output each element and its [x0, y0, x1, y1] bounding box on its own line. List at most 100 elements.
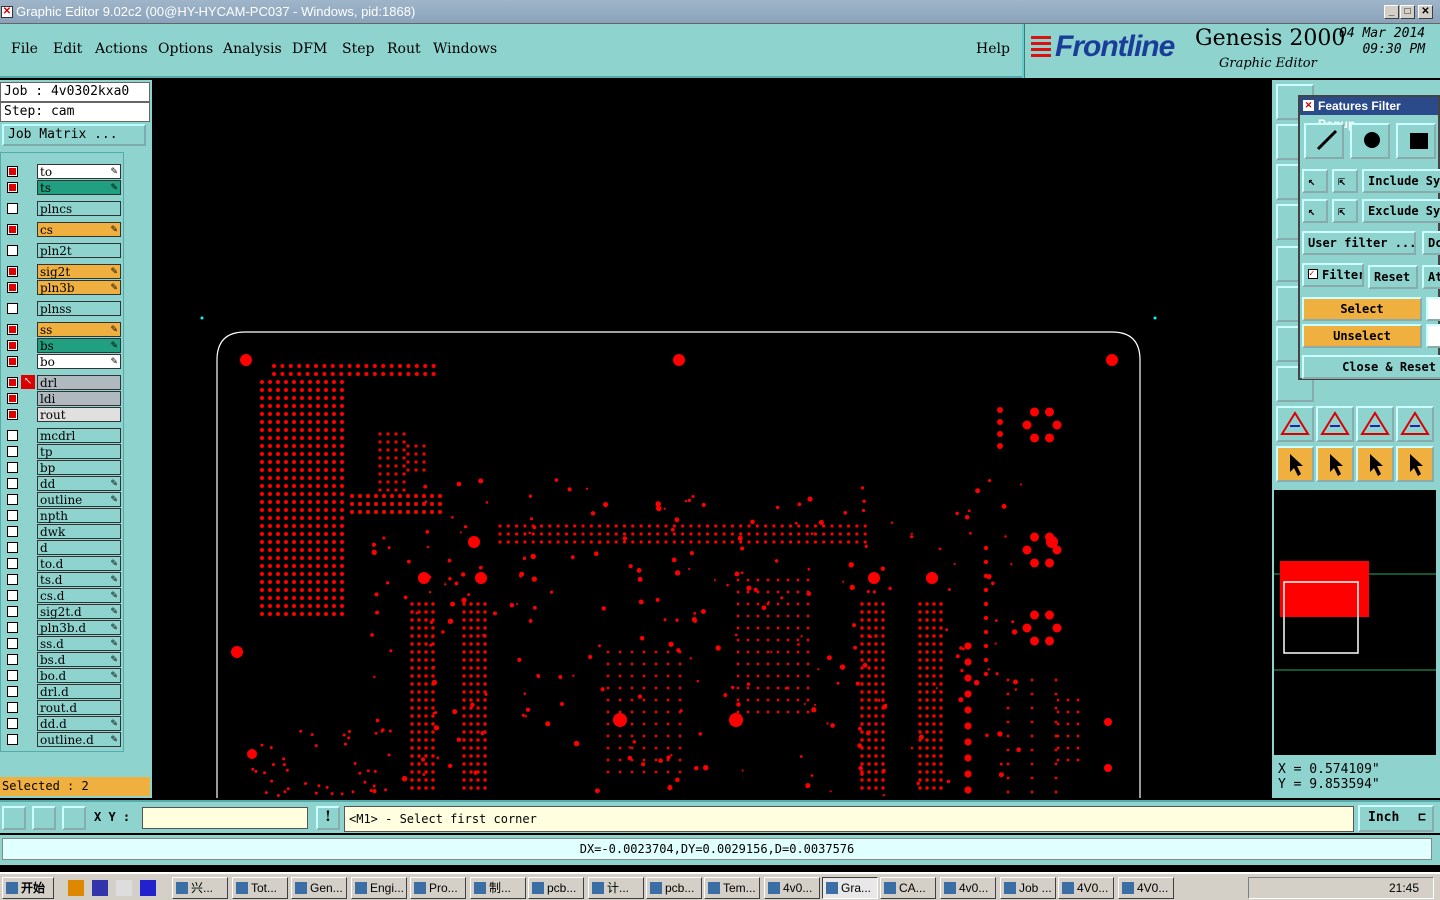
- taskbar-button[interactable]: pcb...: [528, 877, 584, 899]
- taskbar-button[interactable]: 4V0...: [1118, 877, 1174, 899]
- layer-name[interactable]: drl: [37, 375, 121, 390]
- layer-row[interactable]: d: [3, 540, 121, 555]
- quick-launch-icon[interactable]: [116, 880, 132, 896]
- taskbar-button[interactable]: 计...: [588, 877, 644, 899]
- layer-row[interactable]: mcdrl: [3, 428, 121, 443]
- circle-pointer-icon[interactable]: [1356, 446, 1394, 482]
- layer-row[interactable]: cs.d ✎: [3, 588, 121, 603]
- maximize-button[interactable]: □: [1400, 5, 1415, 19]
- layer-checkbox[interactable]: [7, 734, 18, 745]
- layer-row[interactable]: ↖ drl: [3, 375, 121, 390]
- attributes-button[interactable]: Att: [1422, 265, 1440, 289]
- menu-edit[interactable]: Edit: [53, 41, 82, 57]
- layer-name[interactable]: pln2t: [37, 243, 121, 258]
- taskbar-button[interactable]: Tot...: [232, 877, 288, 899]
- triangle-tool-icon[interactable]: [1276, 406, 1314, 442]
- layer-row[interactable]: bo ✎: [3, 354, 121, 369]
- layer-checkbox[interactable]: [7, 606, 18, 617]
- layer-checkbox[interactable]: [7, 430, 18, 441]
- layer-name[interactable]: sig2t.d ✎: [37, 604, 121, 619]
- layer-name[interactable]: mcdrl: [37, 428, 121, 443]
- layer-checkbox[interactable]: [7, 446, 18, 457]
- taskbar-button[interactable]: 4V0...: [1058, 877, 1114, 899]
- layer-name[interactable]: ss.d ✎: [37, 636, 121, 651]
- layer-name[interactable]: rout.d: [37, 700, 121, 715]
- layer-name[interactable]: ss ✎: [37, 322, 121, 337]
- taskbar-button[interactable]: Engi...: [351, 877, 407, 899]
- taskbar-button[interactable]: 4v0...: [940, 877, 996, 899]
- graphic-canvas[interactable]: [152, 80, 1272, 798]
- layer-checkbox[interactable]: [7, 393, 18, 404]
- start-button[interactable]: 开始: [2, 877, 54, 899]
- overview-map[interactable]: [1274, 490, 1436, 755]
- layer-name[interactable]: outline.d ✎: [37, 732, 121, 747]
- exclude-symbols-button[interactable]: Exclude Sym: [1362, 199, 1440, 223]
- layer-row[interactable]: pln2t: [3, 243, 121, 258]
- layer-checkbox[interactable]: [7, 266, 18, 277]
- include-arrow2-icon[interactable]: ⇱: [1332, 169, 1358, 193]
- layer-name[interactable]: bo ✎: [37, 354, 121, 369]
- unselect-field[interactable]: [1426, 324, 1440, 348]
- layer-checkbox[interactable]: [7, 356, 18, 367]
- layer-row[interactable]: pln3b ✎: [3, 280, 121, 295]
- layer-checkbox[interactable]: [7, 702, 18, 713]
- select-pointer-icon[interactable]: [1316, 446, 1354, 482]
- layer-checkbox[interactable]: [7, 590, 18, 601]
- line-filter-icon[interactable]: [1304, 123, 1344, 159]
- layer-row[interactable]: dwk: [3, 524, 121, 539]
- layer-checkbox[interactable]: [7, 462, 18, 473]
- layer-name[interactable]: dd ✎: [37, 476, 121, 491]
- layer-name[interactable]: rout: [37, 407, 121, 422]
- layer-checkbox[interactable]: [7, 718, 18, 729]
- layer-name[interactable]: bp: [37, 460, 121, 475]
- layer-name[interactable]: tp: [37, 444, 121, 459]
- layer-checkbox[interactable]: [7, 245, 18, 256]
- close-button[interactable]: ✕: [1418, 5, 1433, 19]
- layer-row[interactable]: tp: [3, 444, 121, 459]
- layer-row[interactable]: bo.d ✎: [3, 668, 121, 683]
- pointer-icon[interactable]: [1276, 446, 1314, 482]
- layer-row[interactable]: outline.d ✎: [3, 732, 121, 747]
- taskbar-button[interactable]: 4v0...: [764, 877, 820, 899]
- layer-name[interactable]: bs.d ✎: [37, 652, 121, 667]
- menu-dfm[interactable]: DFM: [292, 41, 327, 57]
- taskbar-button[interactable]: Gen...: [291, 877, 347, 899]
- layer-row[interactable]: outline ✎: [3, 492, 121, 507]
- layer-row[interactable]: rout: [3, 407, 121, 422]
- quick-launch-icon[interactable]: [140, 880, 156, 896]
- route-pointer-icon[interactable]: [1396, 446, 1434, 482]
- layer-row[interactable]: plncs: [3, 201, 121, 216]
- layer-checkbox[interactable]: [7, 224, 18, 235]
- layer-name[interactable]: d: [37, 540, 121, 555]
- user-filter-button[interactable]: User filter ...: [1302, 231, 1416, 255]
- grid-icon[interactable]: [62, 806, 86, 830]
- taskbar-button[interactable]: 兴...: [172, 877, 228, 899]
- layer-checkbox[interactable]: [7, 558, 18, 569]
- layer-row[interactable]: to.d ✎: [3, 556, 121, 571]
- layer-checkbox[interactable]: [7, 478, 18, 489]
- layer-checkbox[interactable]: [7, 324, 18, 335]
- pad-filter-icon[interactable]: [1350, 123, 1390, 159]
- layer-row[interactable]: to ✎: [3, 164, 121, 179]
- layer-name[interactable]: bs ✎: [37, 338, 121, 353]
- layer-row[interactable]: ss.d ✎: [3, 636, 121, 651]
- layer-name[interactable]: ts.d ✎: [37, 572, 121, 587]
- layer-row[interactable]: ts ✎: [3, 180, 121, 195]
- layer-checkbox[interactable]: [7, 622, 18, 633]
- exclude-arrow2-icon[interactable]: ⇱: [1332, 199, 1358, 223]
- menu-rout[interactable]: Rout: [387, 41, 421, 57]
- surface-filter-icon[interactable]: [1396, 123, 1436, 159]
- layer-row[interactable]: rout.d: [3, 700, 121, 715]
- quick-launch-icon[interactable]: [68, 880, 84, 896]
- layer-name[interactable]: dwk: [37, 524, 121, 539]
- reset-button[interactable]: Reset: [1368, 265, 1418, 289]
- layer-name[interactable]: ldi: [37, 391, 121, 406]
- select-field[interactable]: [1426, 297, 1440, 321]
- select-button[interactable]: Select: [1302, 297, 1422, 321]
- quick-launch-icon[interactable]: [92, 880, 108, 896]
- triangle-arc-icon[interactable]: [1396, 406, 1434, 442]
- layer-checkbox[interactable]: [7, 182, 18, 193]
- taskbar-button[interactable]: 制...: [470, 877, 526, 899]
- layer-checkbox[interactable]: [7, 510, 18, 521]
- layer-row[interactable]: npth: [3, 508, 121, 523]
